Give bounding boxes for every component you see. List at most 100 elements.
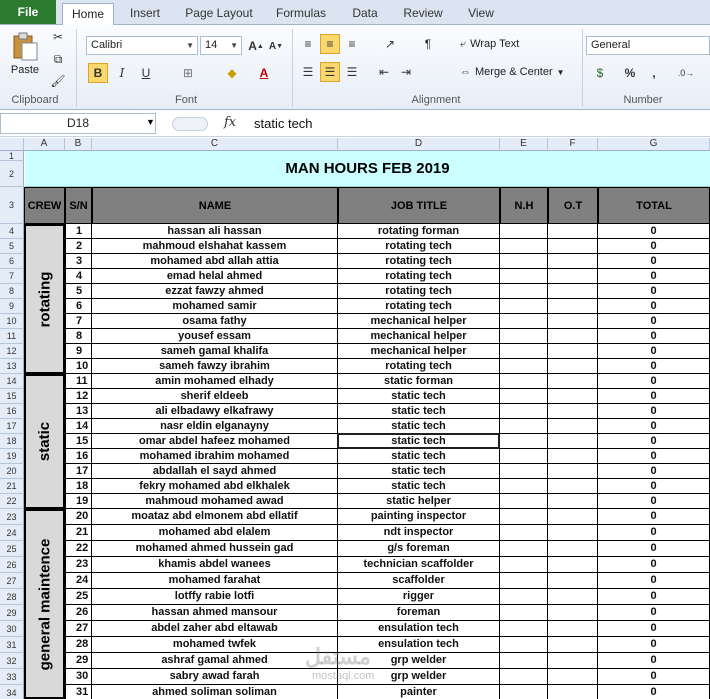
row-header-32[interactable]: 32 [0, 653, 24, 669]
sn-cell[interactable]: 21 [65, 525, 92, 541]
align-top-icon[interactable]: ≡ [298, 34, 318, 54]
job-title-cell[interactable]: static tech [338, 464, 500, 479]
column-header-g[interactable]: G [598, 138, 710, 151]
comma-button[interactable]: , [644, 63, 664, 83]
row-header-18[interactable]: 18 [0, 434, 24, 449]
nh-cell[interactable] [500, 509, 548, 525]
job-title-cell[interactable]: static tech [338, 419, 500, 434]
sn-cell[interactable]: 12 [65, 389, 92, 404]
sn-cell[interactable]: 19 [65, 494, 92, 509]
total-cell[interactable]: 0 [598, 494, 710, 509]
ot-cell[interactable] [548, 329, 598, 344]
name-cell[interactable]: sameh gamal khalifa [92, 344, 338, 359]
insert-function-icon[interactable]: fx [224, 115, 236, 130]
sn-cell[interactable]: 24 [65, 573, 92, 589]
column-header-d[interactable]: D [338, 138, 500, 151]
row-header-2[interactable]: 2 [0, 161, 24, 187]
ot-cell[interactable] [548, 404, 598, 419]
name-cell[interactable]: fekry mohamed abd elkhalek [92, 479, 338, 494]
name-cell[interactable]: nasr eldin elganaynу [92, 419, 338, 434]
underline-button[interactable]: U [136, 63, 156, 83]
row-header-23[interactable]: 23 [0, 509, 24, 525]
name-cell[interactable]: mohamed ibrahim mohamed [92, 449, 338, 464]
total-cell[interactable]: 0 [598, 404, 710, 419]
tab-insert[interactable]: Insert [122, 3, 168, 25]
row-header-16[interactable]: 16 [0, 404, 24, 419]
row-header-20[interactable]: 20 [0, 464, 24, 479]
total-cell[interactable]: 0 [598, 314, 710, 329]
orientation-icon[interactable]: ↗ [380, 34, 400, 54]
formula-input[interactable]: static tech [254, 116, 313, 131]
name-cell[interactable]: ezzat fawzy ahmed [92, 284, 338, 299]
font-color-icon[interactable]: A [254, 63, 274, 83]
job-title-cell[interactable]: static tech [338, 389, 500, 404]
job-title-cell[interactable]: static helper [338, 494, 500, 509]
job-title-cell[interactable]: rotating tech [338, 254, 500, 269]
name-cell[interactable]: mohamed abd elalem [92, 525, 338, 541]
sn-cell[interactable]: 15 [65, 434, 92, 449]
job-title-cell[interactable]: static tech [338, 434, 500, 449]
total-cell[interactable]: 0 [598, 669, 710, 685]
nh-cell[interactable] [500, 464, 548, 479]
tab-data[interactable]: Data [344, 3, 386, 25]
sn-cell[interactable]: 10 [65, 359, 92, 374]
sn-cell[interactable]: 14 [65, 419, 92, 434]
sn-cell[interactable]: 7 [65, 314, 92, 329]
ot-cell[interactable] [548, 374, 598, 389]
total-cell[interactable]: 0 [598, 589, 710, 605]
crew-cell-2[interactable]: static [24, 374, 65, 509]
ot-cell[interactable] [548, 359, 598, 374]
nh-cell[interactable] [500, 284, 548, 299]
ot-cell[interactable] [548, 669, 598, 685]
ot-cell[interactable] [548, 589, 598, 605]
row-header-10[interactable]: 10 [0, 314, 24, 329]
total-cell[interactable]: 0 [598, 509, 710, 525]
total-cell[interactable]: 0 [598, 329, 710, 344]
ot-cell[interactable] [548, 557, 598, 573]
job-title-cell[interactable]: scaffolder [338, 573, 500, 589]
crew-cell-3[interactable]: general maintence [24, 509, 65, 699]
ot-cell[interactable] [548, 464, 598, 479]
job-title-cell[interactable]: static tech [338, 404, 500, 419]
text-direction-icon[interactable]: ¶ [418, 34, 438, 54]
ot-cell[interactable] [548, 449, 598, 464]
number-format-combo[interactable]: General [586, 36, 710, 55]
nh-cell[interactable] [500, 525, 548, 541]
sn-cell[interactable]: 18 [65, 479, 92, 494]
crew-cell-1[interactable]: rotating [24, 224, 65, 374]
name-cell[interactable]: lotffy rabie lotfi [92, 589, 338, 605]
job-title-cell[interactable]: rotating tech [338, 239, 500, 254]
row-header-6[interactable]: 6 [0, 254, 24, 269]
sn-cell[interactable]: 3 [65, 254, 92, 269]
nh-cell[interactable] [500, 557, 548, 573]
name-cell[interactable]: sameh fawzy ibrahim [92, 359, 338, 374]
nh-cell[interactable] [500, 685, 548, 699]
font-size-combo[interactable]: 14 ▼ [200, 36, 242, 55]
total-cell[interactable]: 0 [598, 525, 710, 541]
name-cell[interactable]: mohamed abd allah attia [92, 254, 338, 269]
copy-icon[interactable]: ⧉ [48, 49, 68, 69]
increase-indent-icon[interactable]: ⇥ [396, 62, 416, 82]
ot-cell[interactable] [548, 494, 598, 509]
name-cell[interactable]: abdallah el sayd ahmed [92, 464, 338, 479]
name-cell[interactable]: hassan ali hassan [92, 224, 338, 239]
row-header-33[interactable]: 33 [0, 669, 24, 685]
tab-view[interactable]: View [460, 3, 502, 25]
job-title-cell[interactable]: rotating tech [338, 269, 500, 284]
row-header-9[interactable]: 9 [0, 299, 24, 314]
row-header-28[interactable]: 28 [0, 589, 24, 605]
total-cell[interactable]: 0 [598, 621, 710, 637]
column-header-f[interactable]: F [548, 138, 598, 151]
job-title-cell[interactable]: painting inspector [338, 509, 500, 525]
sn-cell[interactable]: 9 [65, 344, 92, 359]
nh-cell[interactable] [500, 434, 548, 449]
job-title-cell[interactable]: foreman [338, 605, 500, 621]
sn-cell[interactable]: 27 [65, 621, 92, 637]
nh-cell[interactable] [500, 374, 548, 389]
name-cell[interactable]: amin mohamed elhady [92, 374, 338, 389]
row-header-31[interactable]: 31 [0, 637, 24, 653]
row-header-14[interactable]: 14 [0, 374, 24, 389]
shrink-font-icon[interactable]: A ▼ [266, 36, 286, 56]
row-header-3[interactable]: 3 [0, 187, 24, 224]
fill-color-icon[interactable]: ◆ [222, 63, 242, 83]
